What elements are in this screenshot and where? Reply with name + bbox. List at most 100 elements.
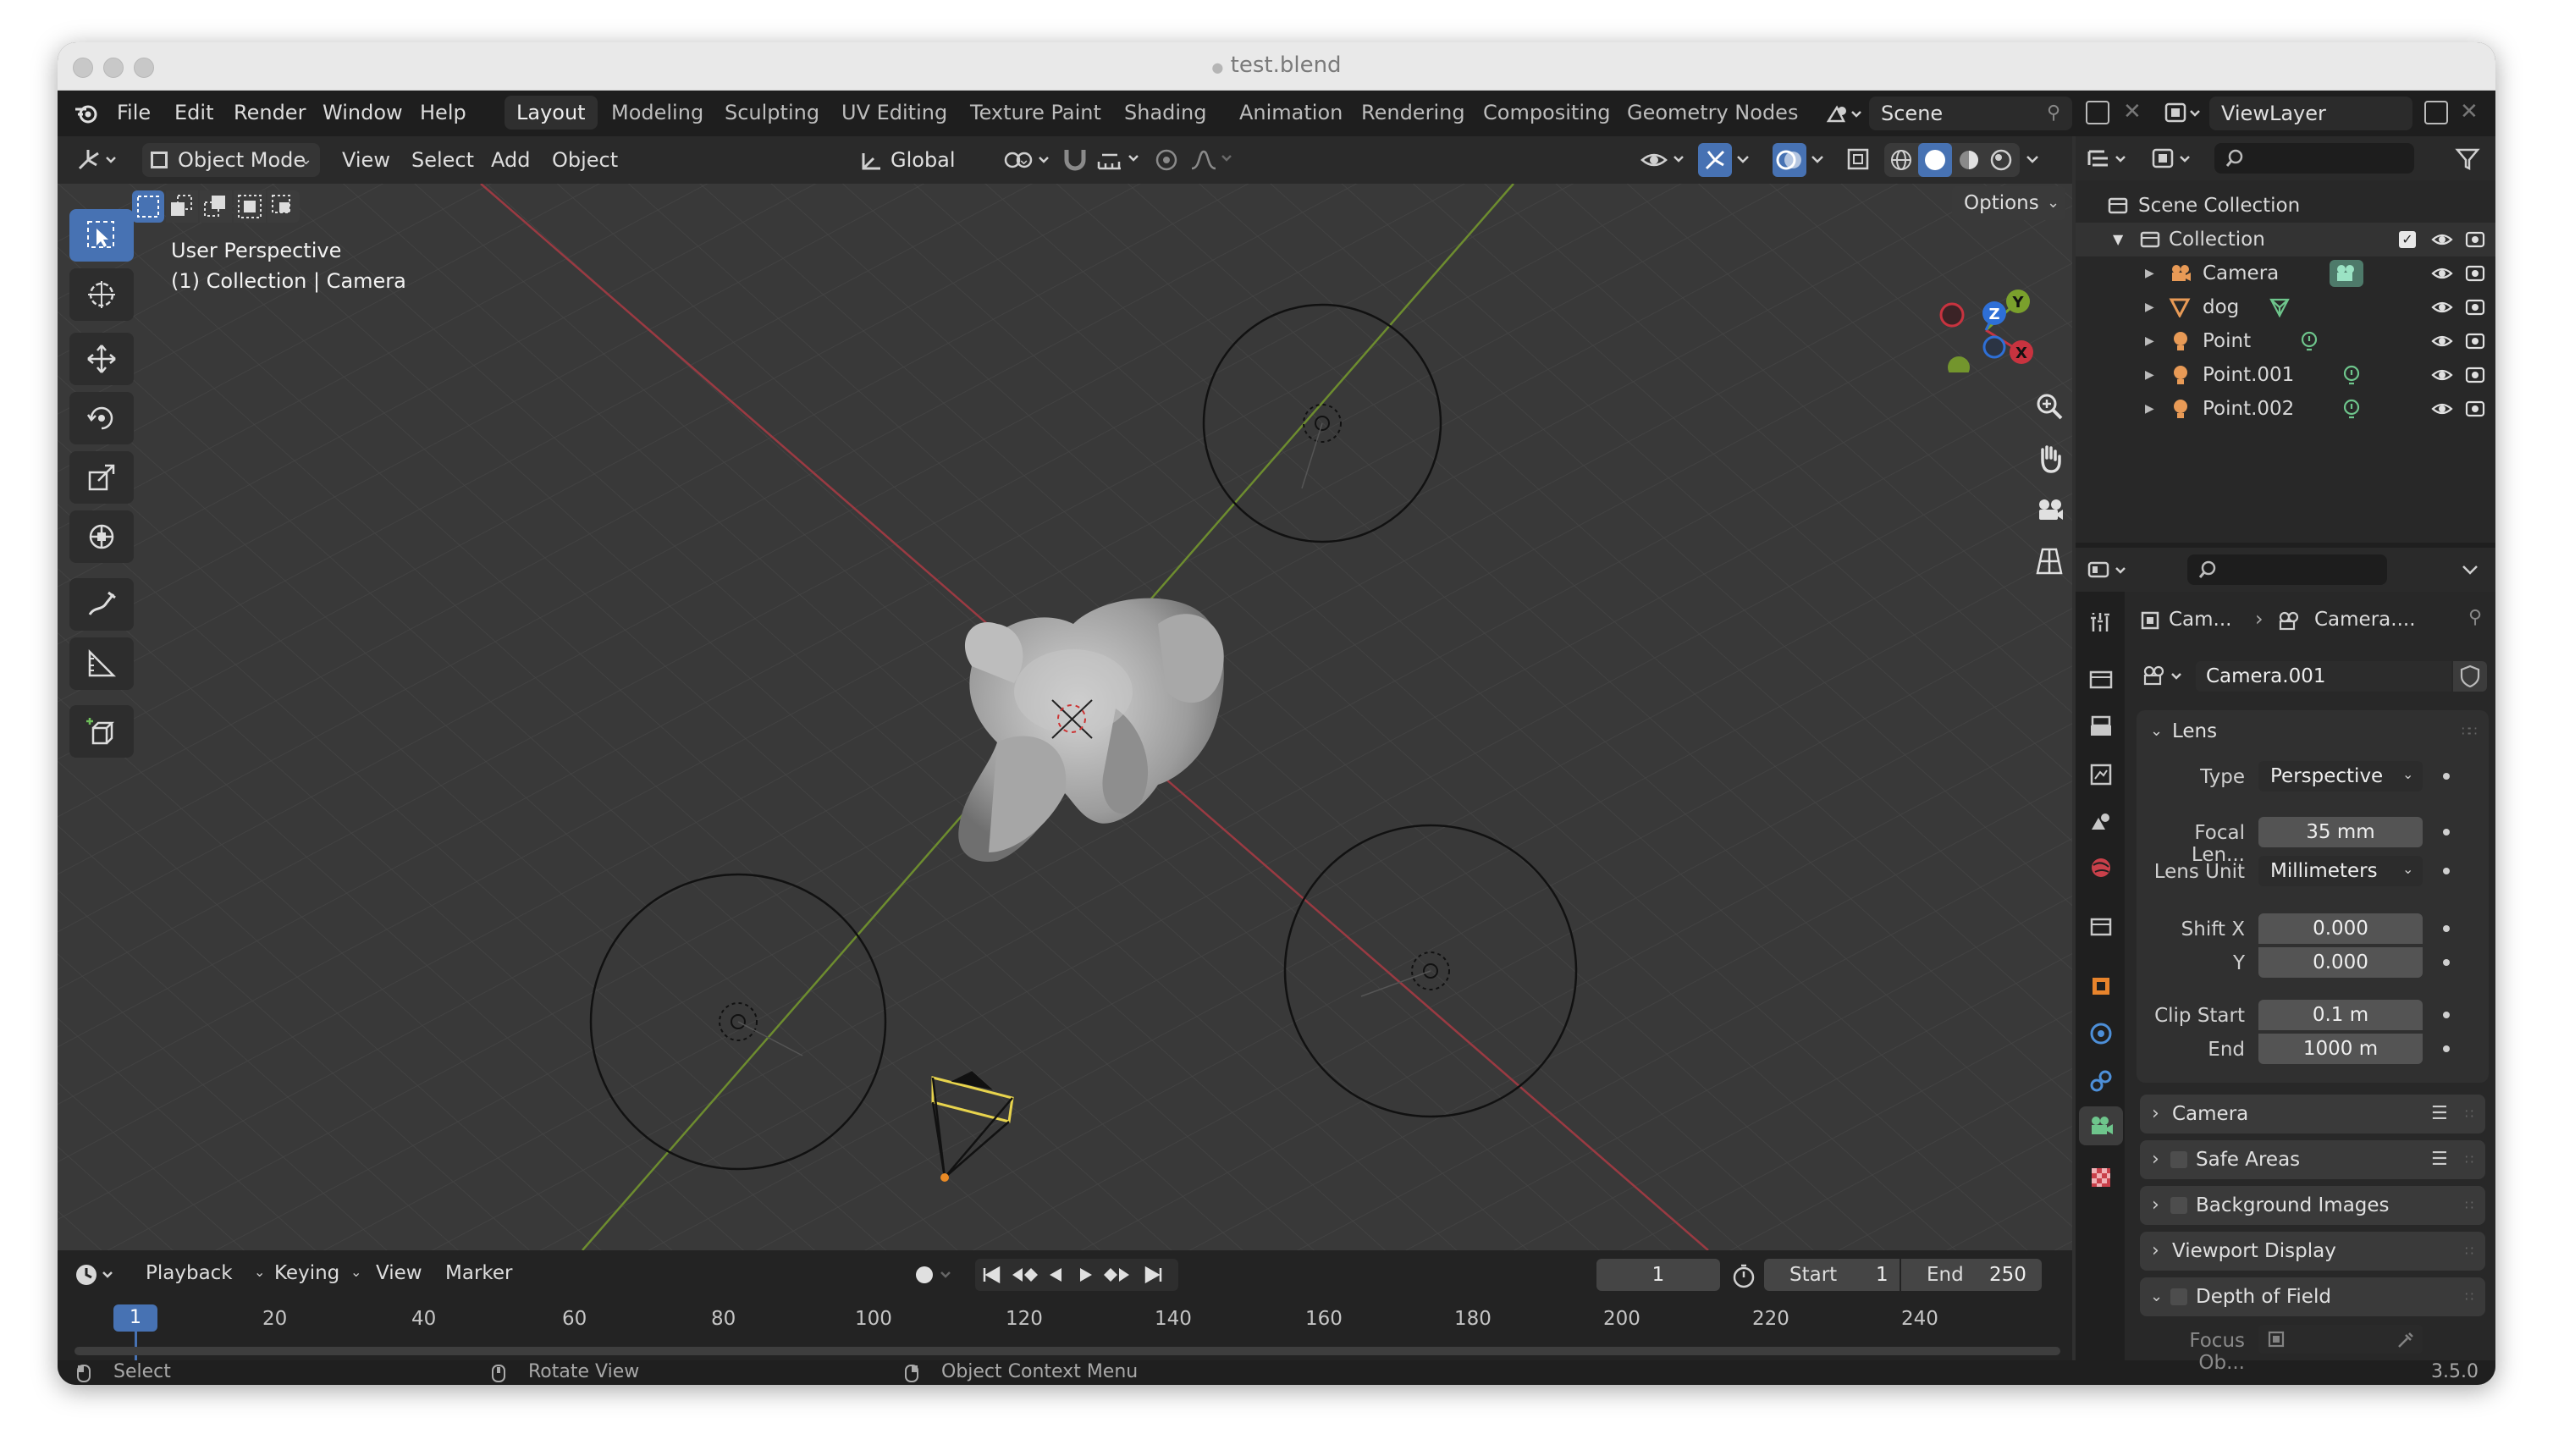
expand-arrow-icon[interactable]: ▶ xyxy=(2145,358,2154,392)
tab-layout[interactable]: Layout xyxy=(505,96,598,130)
eye-icon[interactable] xyxy=(2431,231,2453,248)
properties-search-input[interactable] xyxy=(2187,554,2387,585)
menu-select[interactable]: Select xyxy=(411,143,474,177)
keyframe-dot-icon[interactable] xyxy=(2443,925,2450,932)
gizmo-toggle-button[interactable] xyxy=(1698,143,1732,177)
playhead[interactable]: 1 xyxy=(113,1304,157,1332)
render-camera-icon[interactable] xyxy=(2465,365,2485,385)
chevron-down-icon[interactable] xyxy=(1735,153,1752,167)
timeline-marker-menu[interactable]: Marker xyxy=(445,1262,513,1284)
outliner-editor-icon[interactable] xyxy=(2086,146,2133,172)
tab-sculpting[interactable]: Sculpting xyxy=(713,96,831,130)
light-data-icon[interactable] xyxy=(2341,399,2362,421)
jump-end-icon[interactable] xyxy=(1141,1265,1165,1285)
eye-icon[interactable] xyxy=(2431,265,2453,282)
jump-keyframe-back-icon[interactable] xyxy=(1009,1265,1039,1285)
timeline-scrollbar[interactable] xyxy=(74,1347,2060,1355)
clip-start-field[interactable]: 0.1 m xyxy=(2258,1000,2423,1030)
drag-handle-icon[interactable]: ∷ xyxy=(2465,1095,2473,1133)
constraints-tab[interactable] xyxy=(2084,1064,2118,1098)
snap-magnet-icon[interactable] xyxy=(1061,146,1092,174)
camera-data-icon[interactable] xyxy=(2330,260,2363,287)
outliner-item-point[interactable]: ▶ Point xyxy=(2076,324,2495,358)
jump-start-icon[interactable] xyxy=(980,1265,1004,1285)
drag-handle-icon[interactable]: ∷ xyxy=(2465,1186,2473,1225)
tab-uv-editing[interactable]: UV Editing xyxy=(830,96,959,130)
expand-arrow-icon[interactable]: ▶ xyxy=(2145,256,2154,290)
measure-tool[interactable] xyxy=(69,637,134,690)
menu-file[interactable]: File xyxy=(117,101,151,124)
keyframe-dot-icon[interactable] xyxy=(2443,1012,2450,1018)
annotate-tool[interactable] xyxy=(69,578,134,631)
shift-x-field[interactable]: 0.000 xyxy=(2258,913,2423,944)
tab-animation[interactable]: Animation xyxy=(1227,96,1354,130)
clip-end-field[interactable]: 1000 m xyxy=(2258,1034,2423,1064)
properties-editor-icon[interactable] xyxy=(2086,558,2133,583)
world-tab[interactable] xyxy=(2084,851,2118,885)
drag-handle-icon[interactable]: ∷ xyxy=(2465,1140,2473,1179)
depth-of-field-checkbox[interactable] xyxy=(2170,1288,2187,1305)
blender-logo-icon[interactable] xyxy=(73,101,98,126)
stopwatch-icon[interactable] xyxy=(1730,1262,1757,1289)
background-images-checkbox[interactable] xyxy=(2170,1197,2187,1214)
render-camera-icon[interactable] xyxy=(2465,229,2485,250)
focal-length-field[interactable]: 35 mm xyxy=(2258,817,2423,847)
tab-compositing[interactable]: Compositing xyxy=(1471,96,1622,130)
focus-object-field[interactable] xyxy=(2258,1325,2423,1354)
delete-viewlayer-icon[interactable]: ✕ xyxy=(2460,99,2479,124)
presets-list-icon[interactable]: ☰ xyxy=(2431,1095,2448,1133)
collection-tab[interactable] xyxy=(2084,910,2118,944)
navigation-gizmo[interactable]: Y X Z xyxy=(1911,245,2038,372)
eye-icon[interactable] xyxy=(2431,333,2453,350)
editor-type-icon[interactable] xyxy=(76,146,122,174)
safe-areas-checkbox[interactable] xyxy=(2170,1151,2187,1168)
texture-tab[interactable] xyxy=(2084,1161,2118,1194)
keyframe-dot-icon[interactable] xyxy=(2443,868,2450,874)
cursor-tool[interactable] xyxy=(69,268,134,321)
scale-tool[interactable] xyxy=(69,451,134,504)
overlays-toggle-button[interactable] xyxy=(1773,143,1806,177)
lens-unit-dropdown[interactable]: Millimeters ⌄ xyxy=(2258,856,2423,886)
3d-viewport[interactable] xyxy=(58,184,2072,1250)
mode-selector[interactable]: Object Mode ⌄ xyxy=(142,143,320,177)
proportional-falloff-icon[interactable] xyxy=(1188,146,1239,174)
viewlayer-selector-icon[interactable] xyxy=(2164,101,2201,126)
render-tab[interactable] xyxy=(2084,663,2118,697)
scene-name-field[interactable]: Scene xyxy=(1869,97,2072,130)
drag-handle-icon[interactable]: ∷ xyxy=(2465,1232,2473,1271)
select-intersect-button[interactable] xyxy=(267,190,300,223)
add-cube-tool[interactable] xyxy=(69,705,134,758)
solid-shading-button[interactable] xyxy=(1918,143,1952,177)
outliner-search-input[interactable] xyxy=(2214,143,2414,174)
tab-shading[interactable]: Shading xyxy=(1112,96,1219,130)
keyframe-dot-icon[interactable] xyxy=(2443,773,2450,780)
pin-icon[interactable]: ⚲ xyxy=(2468,607,2482,628)
eyedropper-icon[interactable] xyxy=(2396,1330,2416,1350)
xray-toggle-icon[interactable] xyxy=(1845,146,1872,174)
camera-view-icon[interactable] xyxy=(2028,488,2071,531)
outliner-collection[interactable]: ▼ Collection ✓ xyxy=(2076,223,2495,256)
object-tab[interactable] xyxy=(2084,969,2118,1003)
proportional-edit-icon[interactable] xyxy=(1153,146,1182,174)
tab-texture-paint[interactable]: Texture Paint xyxy=(958,96,1113,130)
depth-of-field-section-header[interactable]: ⌄ Depth of Field ∷ xyxy=(2140,1277,2485,1316)
render-camera-icon[interactable] xyxy=(2465,331,2485,351)
chevron-down-icon[interactable] xyxy=(2025,153,2042,167)
light-data-icon[interactable] xyxy=(2341,365,2362,387)
viewport-display-section-header[interactable]: › Viewport Display ∷ xyxy=(2140,1232,2485,1271)
material-preview-icon[interactable] xyxy=(1957,148,1981,172)
eye-icon[interactable] xyxy=(2431,400,2453,417)
pivot-point-icon[interactable] xyxy=(1004,148,1055,172)
outliner-item-point-002[interactable]: ▶ Point.002 xyxy=(2076,392,2495,426)
end-frame-field[interactable]: End 250 xyxy=(1901,1259,2042,1291)
menu-object[interactable]: Object xyxy=(552,143,618,177)
drag-handle-icon[interactable]: ∷∷ xyxy=(2462,714,2477,749)
view-layer-tab[interactable] xyxy=(2084,758,2118,791)
camera-section-header[interactable]: › Camera ☰ ∷ xyxy=(2140,1095,2485,1133)
eye-icon[interactable] xyxy=(2431,299,2453,316)
tool-tab[interactable] xyxy=(2084,605,2118,639)
safe-areas-section-header[interactable]: › Safe Areas ☰ ∷ xyxy=(2140,1140,2485,1179)
pan-hand-icon[interactable] xyxy=(2028,437,2071,479)
zoom-icon[interactable] xyxy=(2028,385,2071,427)
keying-menu[interactable]: Keying ⌄ xyxy=(266,1259,371,1289)
